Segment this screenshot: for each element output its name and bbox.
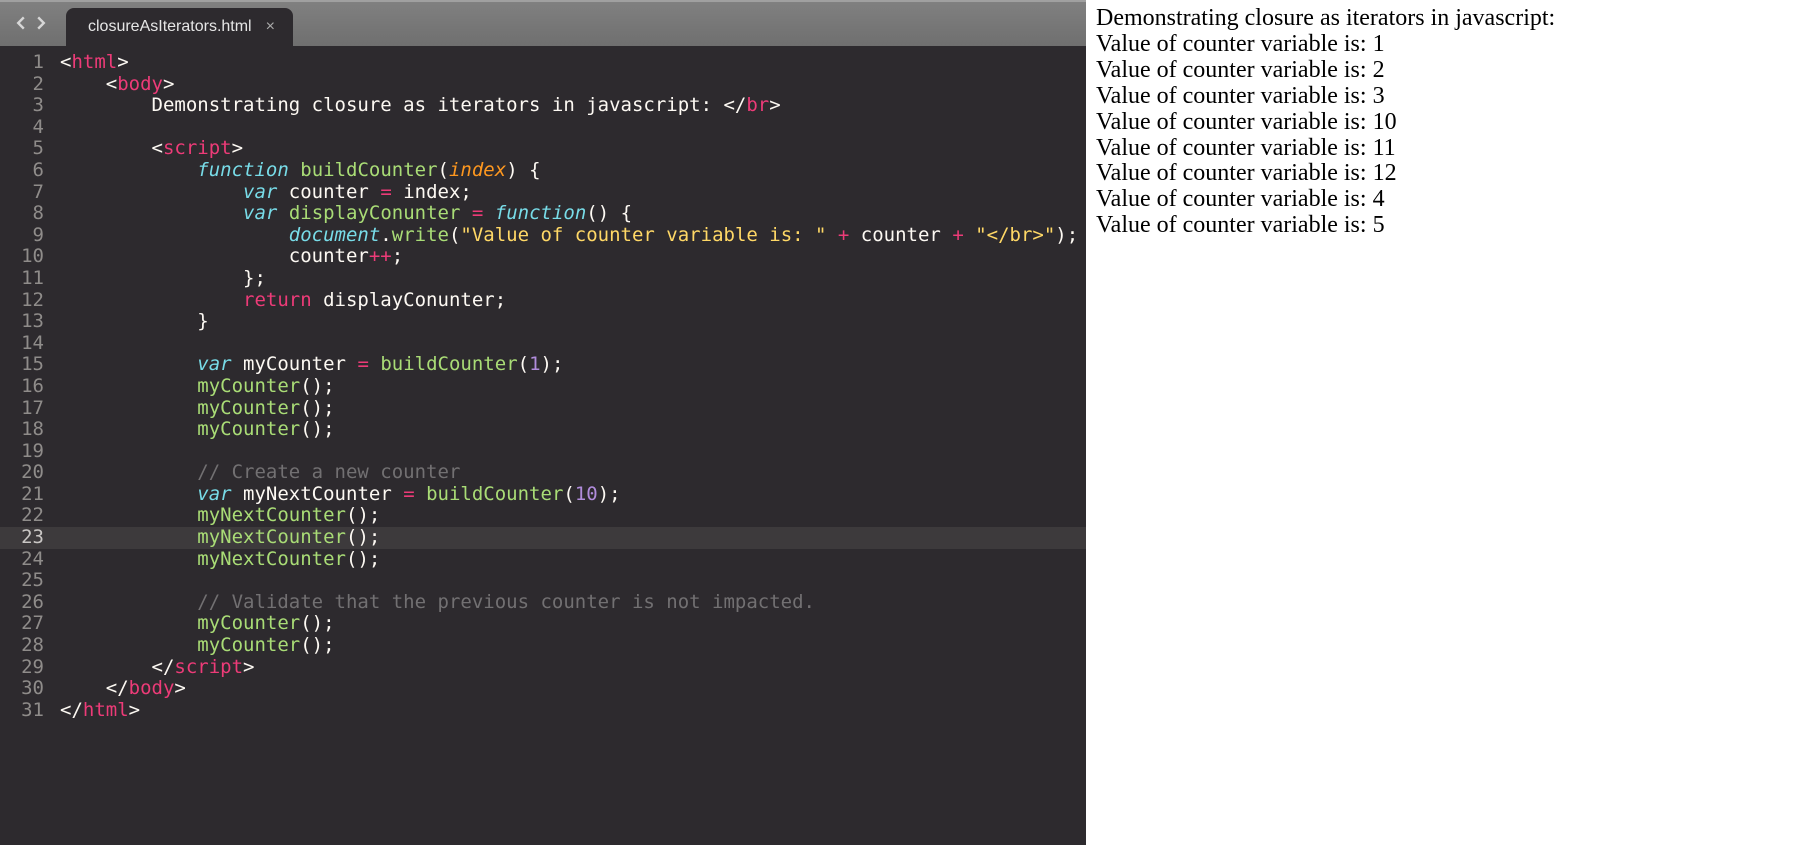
output-line: Value of counter variable is: 2: [1096, 58, 1790, 84]
line-number: 11: [0, 268, 60, 290]
code-line[interactable]: </html>: [60, 700, 1086, 722]
line-number: 10: [0, 246, 60, 268]
line-number: 22: [0, 505, 60, 527]
code-line[interactable]: myCounter();: [60, 419, 1086, 441]
line-number: 25: [0, 570, 60, 592]
code-content[interactable]: <html> <body> Demonstrating closure as i…: [60, 46, 1086, 845]
output-line: Value of counter variable is: 11: [1096, 136, 1790, 162]
line-number: 8: [0, 203, 60, 225]
line-number: 19: [0, 441, 60, 463]
line-number: 3: [0, 95, 60, 117]
output-line: Value of counter variable is: 5: [1096, 213, 1790, 239]
output-line: Value of counter variable is: 4: [1096, 187, 1790, 213]
code-line[interactable]: [60, 117, 1086, 139]
line-number: 31: [0, 700, 60, 722]
code-line[interactable]: [60, 333, 1086, 355]
code-line[interactable]: var displayConunter = function() {: [60, 203, 1086, 225]
line-number: 29: [0, 657, 60, 679]
code-line[interactable]: myNextCounter();: [60, 527, 1086, 549]
code-line[interactable]: // Validate that the previous counter is…: [60, 592, 1086, 614]
code-line[interactable]: myCounter();: [60, 398, 1086, 420]
line-number: 1: [0, 52, 60, 74]
code-line[interactable]: <body>: [60, 74, 1086, 96]
line-number: 17: [0, 398, 60, 420]
line-number: 6: [0, 160, 60, 182]
code-line[interactable]: };: [60, 268, 1086, 290]
close-icon[interactable]: ×: [266, 18, 275, 36]
line-number: 4: [0, 117, 60, 139]
line-number: 24: [0, 549, 60, 571]
code-line[interactable]: </body>: [60, 678, 1086, 700]
line-number: 9: [0, 225, 60, 247]
output-line: Value of counter variable is: 12: [1096, 161, 1790, 187]
code-line[interactable]: document.write("Value of counter variabl…: [60, 225, 1086, 247]
code-line[interactable]: var myCounter = buildCounter(1);: [60, 354, 1086, 376]
line-number: 15: [0, 354, 60, 376]
line-number-gutter: 1234567891011121314151617181920212223242…: [0, 46, 60, 845]
code-line[interactable]: [60, 570, 1086, 592]
line-number: 2: [0, 74, 60, 96]
code-editor-panel: closureAsIterators.html × 12345678910111…: [0, 0, 1086, 845]
output-line: Value of counter variable is: 1: [1096, 32, 1790, 58]
code-line[interactable]: myCounter();: [60, 635, 1086, 657]
line-number: 23: [0, 527, 60, 549]
code-line[interactable]: myCounter();: [60, 613, 1086, 635]
line-number: 26: [0, 592, 60, 614]
line-number: 16: [0, 376, 60, 398]
code-line[interactable]: Demonstrating closure as iterators in ja…: [60, 95, 1086, 117]
line-number: 14: [0, 333, 60, 355]
code-line[interactable]: return displayConunter;: [60, 290, 1086, 312]
code-line[interactable]: [60, 441, 1086, 463]
tab-bar: closureAsIterators.html ×: [0, 0, 1086, 46]
code-line[interactable]: myNextCounter();: [60, 505, 1086, 527]
browser-output-panel: Demonstrating closure as iterators in ja…: [1086, 0, 1800, 845]
line-number: 18: [0, 419, 60, 441]
code-line[interactable]: myCounter();: [60, 376, 1086, 398]
nav-forward-icon[interactable]: [34, 15, 48, 34]
code-line[interactable]: <html>: [60, 52, 1086, 74]
line-number: 21: [0, 484, 60, 506]
code-line[interactable]: var counter = index;: [60, 182, 1086, 204]
code-line[interactable]: // Create a new counter: [60, 462, 1086, 484]
line-number: 27: [0, 613, 60, 635]
code-line[interactable]: function buildCounter(index) {: [60, 160, 1086, 182]
line-number: 7: [0, 182, 60, 204]
nav-back-icon[interactable]: [14, 15, 28, 34]
line-number: 28: [0, 635, 60, 657]
tab-nav-arrows: [0, 2, 62, 46]
code-line[interactable]: }: [60, 311, 1086, 333]
output-line: Demonstrating closure as iterators in ja…: [1096, 6, 1790, 32]
tab-filename: closureAsIterators.html: [88, 18, 252, 36]
output-line: Value of counter variable is: 3: [1096, 84, 1790, 110]
line-number: 20: [0, 462, 60, 484]
line-number: 12: [0, 290, 60, 312]
code-area[interactable]: 1234567891011121314151617181920212223242…: [0, 46, 1086, 845]
editor-tab[interactable]: closureAsIterators.html ×: [66, 8, 293, 46]
code-line[interactable]: <script>: [60, 138, 1086, 160]
code-line[interactable]: </script>: [60, 657, 1086, 679]
code-line[interactable]: var myNextCounter = buildCounter(10);: [60, 484, 1086, 506]
code-line[interactable]: myNextCounter();: [60, 549, 1086, 571]
line-number: 5: [0, 138, 60, 160]
output-line: Value of counter variable is: 10: [1096, 110, 1790, 136]
code-line[interactable]: counter++;: [60, 246, 1086, 268]
line-number: 30: [0, 678, 60, 700]
line-number: 13: [0, 311, 60, 333]
